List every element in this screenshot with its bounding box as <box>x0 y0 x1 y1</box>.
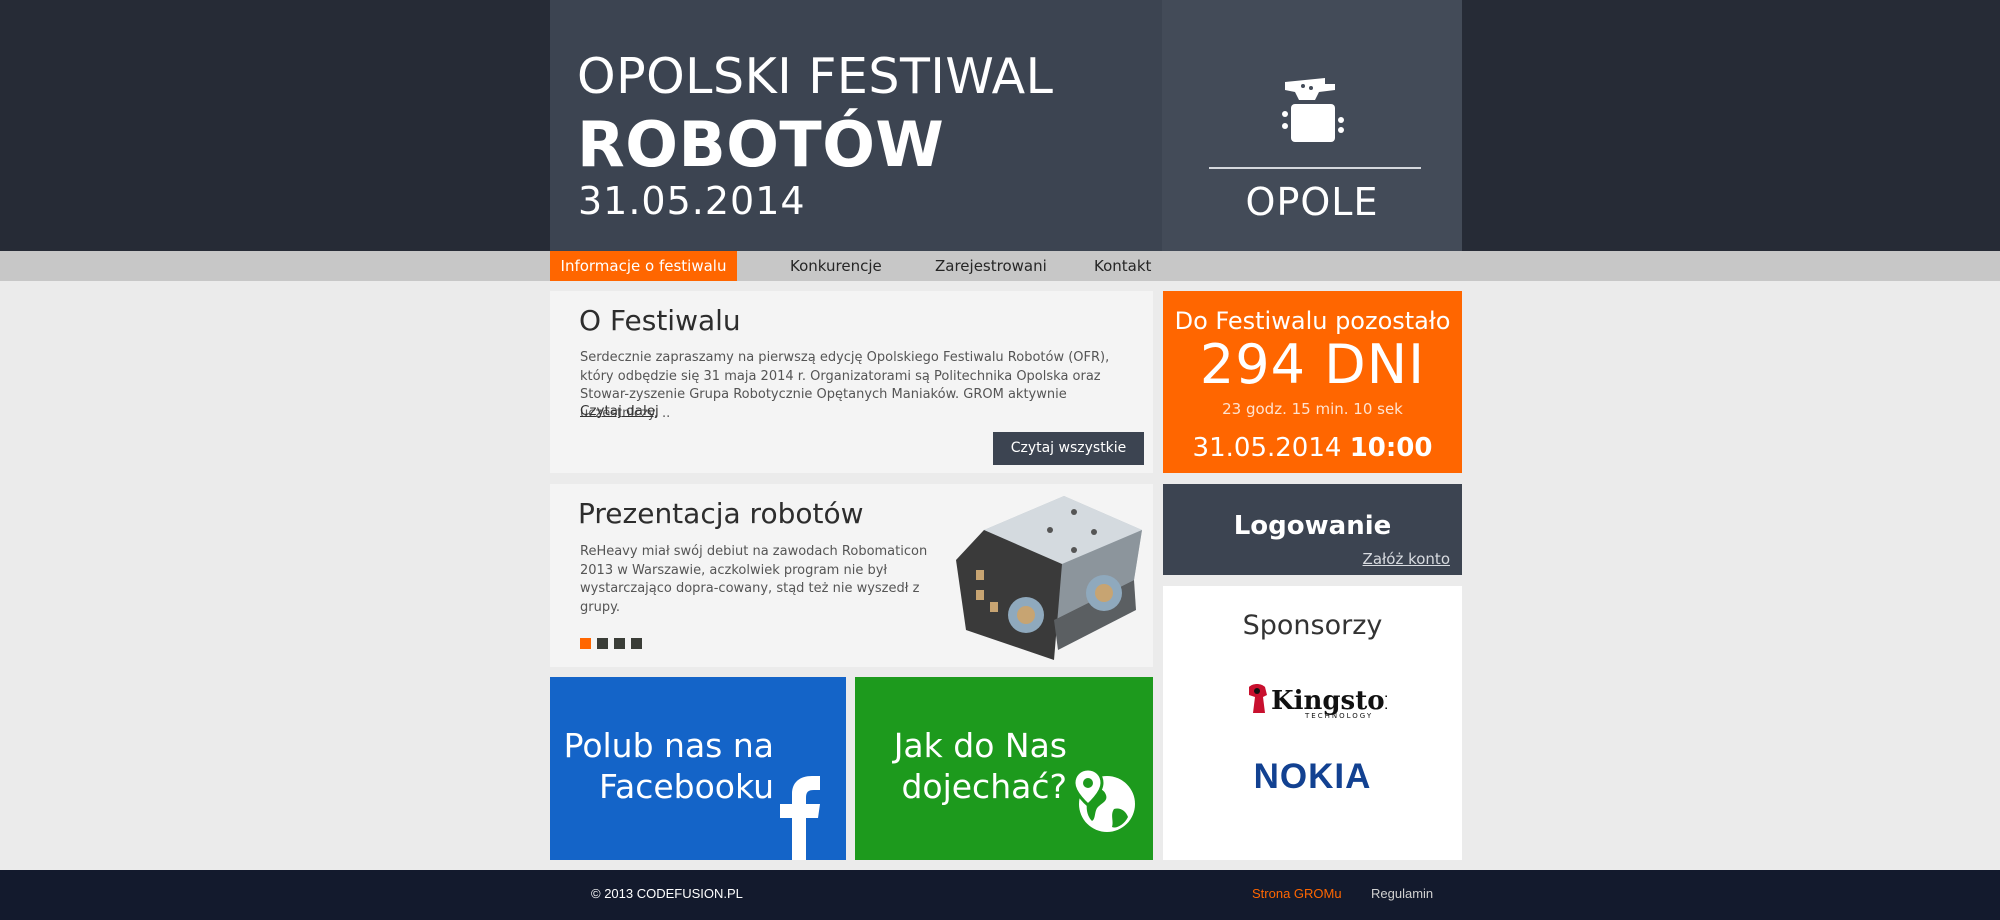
facebook-tile[interactable]: Polub nas na Facebooku <box>550 677 846 860</box>
countdown-days: 294 DNI <box>1199 333 1426 396</box>
slider-dot[interactable] <box>614 638 625 649</box>
facebook-line1: Polub nas na <box>563 726 774 765</box>
site-title-line2: ROBOTÓW <box>577 108 945 181</box>
slider-dots <box>580 634 648 649</box>
countdown-remaining: 23 godz. 15 min. 10 sek <box>1222 400 1403 418</box>
festival-date: 31.05.2014 <box>578 179 806 223</box>
facebook-text: Polub nas na Facebooku <box>564 725 774 807</box>
robot-logo-icon <box>1279 70 1349 150</box>
countdown-time: 10:00 <box>1349 433 1433 463</box>
facebook-icon <box>770 774 830 860</box>
robot-image <box>954 490 1146 662</box>
robots-text: ReHeavy miał swój debiut na zawodach Rob… <box>580 544 928 615</box>
slider-dot[interactable] <box>631 638 642 649</box>
main-nav: Informacje o festiwalu Konkurencje Zarej… <box>0 251 2000 281</box>
globe-pin-icon <box>1072 767 1136 833</box>
nav-item-kontakt[interactable]: Kontakt <box>1094 251 1151 281</box>
login-panel: Logowanie Załóż konto <box>1163 484 1462 575</box>
countdown-panel: Do Festiwalu pozostało 294 DNI 23 godz. … <box>1163 291 1462 473</box>
about-text: Serdecznie zapraszamy na pierwszą edycję… <box>580 350 1110 421</box>
facebook-line2: Facebooku <box>599 767 774 806</box>
sponsors-panel: Sponsorzy Kingston TECHNOLOGY NOKIA <box>1163 586 1462 860</box>
slider-dot[interactable] <box>580 638 591 649</box>
directions-line1: Jak do Nas <box>893 726 1067 765</box>
about-title: O Festiwalu <box>579 304 741 337</box>
directions-tile[interactable]: Jak do Nas dojechać? <box>855 677 1153 860</box>
footer: © 2013 CODEFUSION.PL Strona GROMu Regula… <box>0 870 2000 920</box>
countdown-datetime: 31.05.2014 10:00 <box>1163 431 1462 465</box>
directions-text: Jak do Nas dojechać? <box>894 725 1067 807</box>
nav-item-informacje[interactable]: Informacje o festiwalu <box>550 251 737 281</box>
city-block: OPOLE <box>1162 0 1462 251</box>
sponsors-title: Sponsorzy <box>1242 610 1383 641</box>
sponsor-kingston-sub: TECHNOLOGY <box>1304 712 1373 720</box>
festival-title-block: OPOLSKI FESTIWAL ROBOTÓW 31.05.2014 <box>550 0 1162 251</box>
footer-link-regulamin[interactable]: Regulamin <box>1371 886 1433 901</box>
nav-item-zarejestrowani[interactable]: Zarejestrowani <box>935 251 1047 281</box>
nav-item-konkurencje[interactable]: Konkurencje <box>790 251 882 281</box>
directions-line2: dojechać? <box>901 767 1067 806</box>
nokia-logo[interactable]: NOKIA <box>1163 757 1462 797</box>
city-name: OPOLE <box>1245 180 1379 224</box>
kingston-logo[interactable]: Kingston TECHNOLOGY <box>1247 681 1404 721</box>
robots-title: Prezentacja robotów <box>578 497 864 530</box>
read-more-link[interactable]: Czytaj dalej <box>580 403 659 419</box>
robots-panel: Prezentacja robotów ReHeavy miał swój de… <box>550 484 1153 667</box>
city-divider <box>1209 167 1421 169</box>
login-button[interactable]: Logowanie <box>1163 509 1462 543</box>
site-title-line1: OPOLSKI FESTIWAL <box>577 48 1054 105</box>
footer-link-grom[interactable]: Strona GROMu <box>1252 886 1342 901</box>
about-panel: O Festiwalu Serdecznie zapraszamy na pie… <box>550 291 1153 473</box>
copyright: © 2013 CODEFUSION.PL <box>591 886 743 901</box>
register-link[interactable]: Załóż konto <box>1363 550 1450 568</box>
countdown-date: 31.05.2014 <box>1192 433 1342 463</box>
read-all-button[interactable]: Czytaj wszystkie <box>993 432 1144 465</box>
slider-dot[interactable] <box>597 638 608 649</box>
